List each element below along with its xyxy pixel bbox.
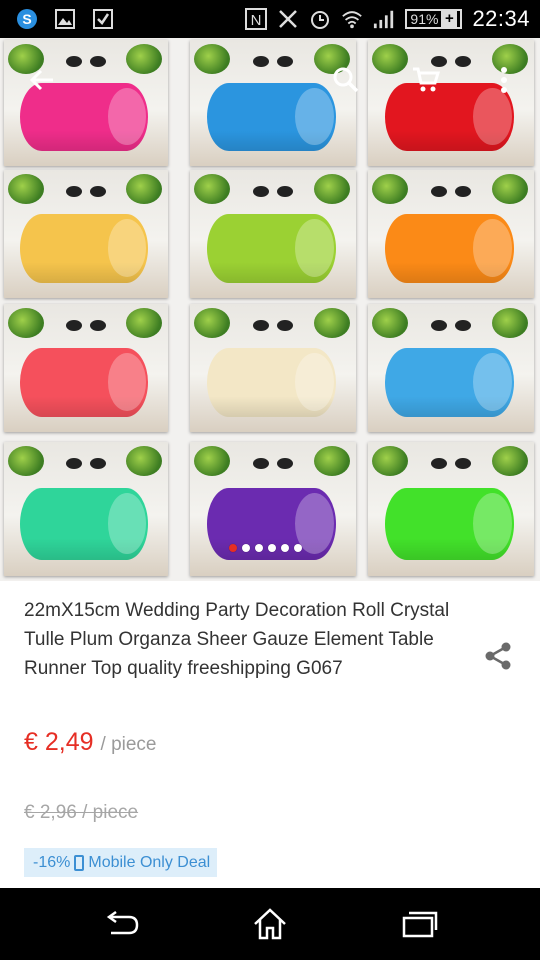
skype-icon: S <box>16 8 38 30</box>
signal-icon <box>373 8 395 30</box>
tulle-roll-photo-coral <box>4 304 168 432</box>
original-price: € 2,96 / piece <box>24 802 139 823</box>
tulle-roll-photo-green <box>368 442 534 576</box>
gallery-dot[interactable] <box>229 544 237 552</box>
tulle-roll-photo-orange <box>368 170 534 298</box>
price-row: € 2,49 / piece <box>24 728 157 757</box>
tulle-roll-photo-sky <box>368 304 534 432</box>
checkbox-icon <box>92 8 114 30</box>
mobile-deal-badge: -16% Mobile Only Deal <box>24 848 218 877</box>
cart-icon[interactable] <box>404 58 448 102</box>
product-image-gallery[interactable] <box>0 38 540 581</box>
back-icon[interactable] <box>96 902 146 946</box>
wifi-icon <box>341 8 363 30</box>
gallery-dot[interactable] <box>281 544 289 552</box>
battery-charging-icon: + <box>441 11 458 27</box>
tulle-roll-photo-purple <box>190 442 356 576</box>
battery-indicator: 91% + <box>405 9 463 29</box>
gallery-page-indicator <box>229 544 302 552</box>
phone-icon <box>74 854 85 871</box>
recent-apps-icon[interactable] <box>394 902 444 946</box>
navigation-bar <box>0 888 540 960</box>
svg-text:S: S <box>22 11 31 27</box>
app-screen: S N 91% + 22:34 22mX15cm Wedding Party D… <box>0 0 540 960</box>
search-icon[interactable] <box>324 58 368 102</box>
tulle-roll-photo-ivory <box>190 304 356 432</box>
alarm-icon <box>309 8 331 30</box>
gallery-dot[interactable] <box>268 544 276 552</box>
product-title: 22mX15cm Wedding Party Decoration Roll C… <box>24 600 450 679</box>
battery-percent: 91% <box>410 11 439 27</box>
deal-label: Mobile Only Deal <box>88 853 211 871</box>
gallery-dot[interactable] <box>294 544 302 552</box>
status-time: 22:34 <box>472 6 530 31</box>
tulle-roll-photo-mint <box>4 442 168 576</box>
nfc-icon: N <box>245 8 268 30</box>
price-unit: / piece <box>100 734 157 755</box>
back-arrow-icon[interactable] <box>20 58 64 102</box>
gallery-dot[interactable] <box>255 544 263 552</box>
home-icon[interactable] <box>245 902 295 946</box>
vibrate-off-icon <box>277 8 299 30</box>
tulle-roll-photo-yellow <box>4 170 168 298</box>
current-price: € 2,49 <box>24 728 94 756</box>
deal-discount: -16% <box>33 853 71 871</box>
gallery-dot[interactable] <box>242 544 250 552</box>
svg-text:N: N <box>251 12 262 29</box>
more-vert-icon[interactable] <box>482 58 526 102</box>
image-icon <box>54 8 76 30</box>
share-icon[interactable] <box>478 636 518 676</box>
tulle-roll-photo-lime <box>190 170 356 298</box>
status-bar: S N 91% + 22:34 <box>0 0 540 38</box>
